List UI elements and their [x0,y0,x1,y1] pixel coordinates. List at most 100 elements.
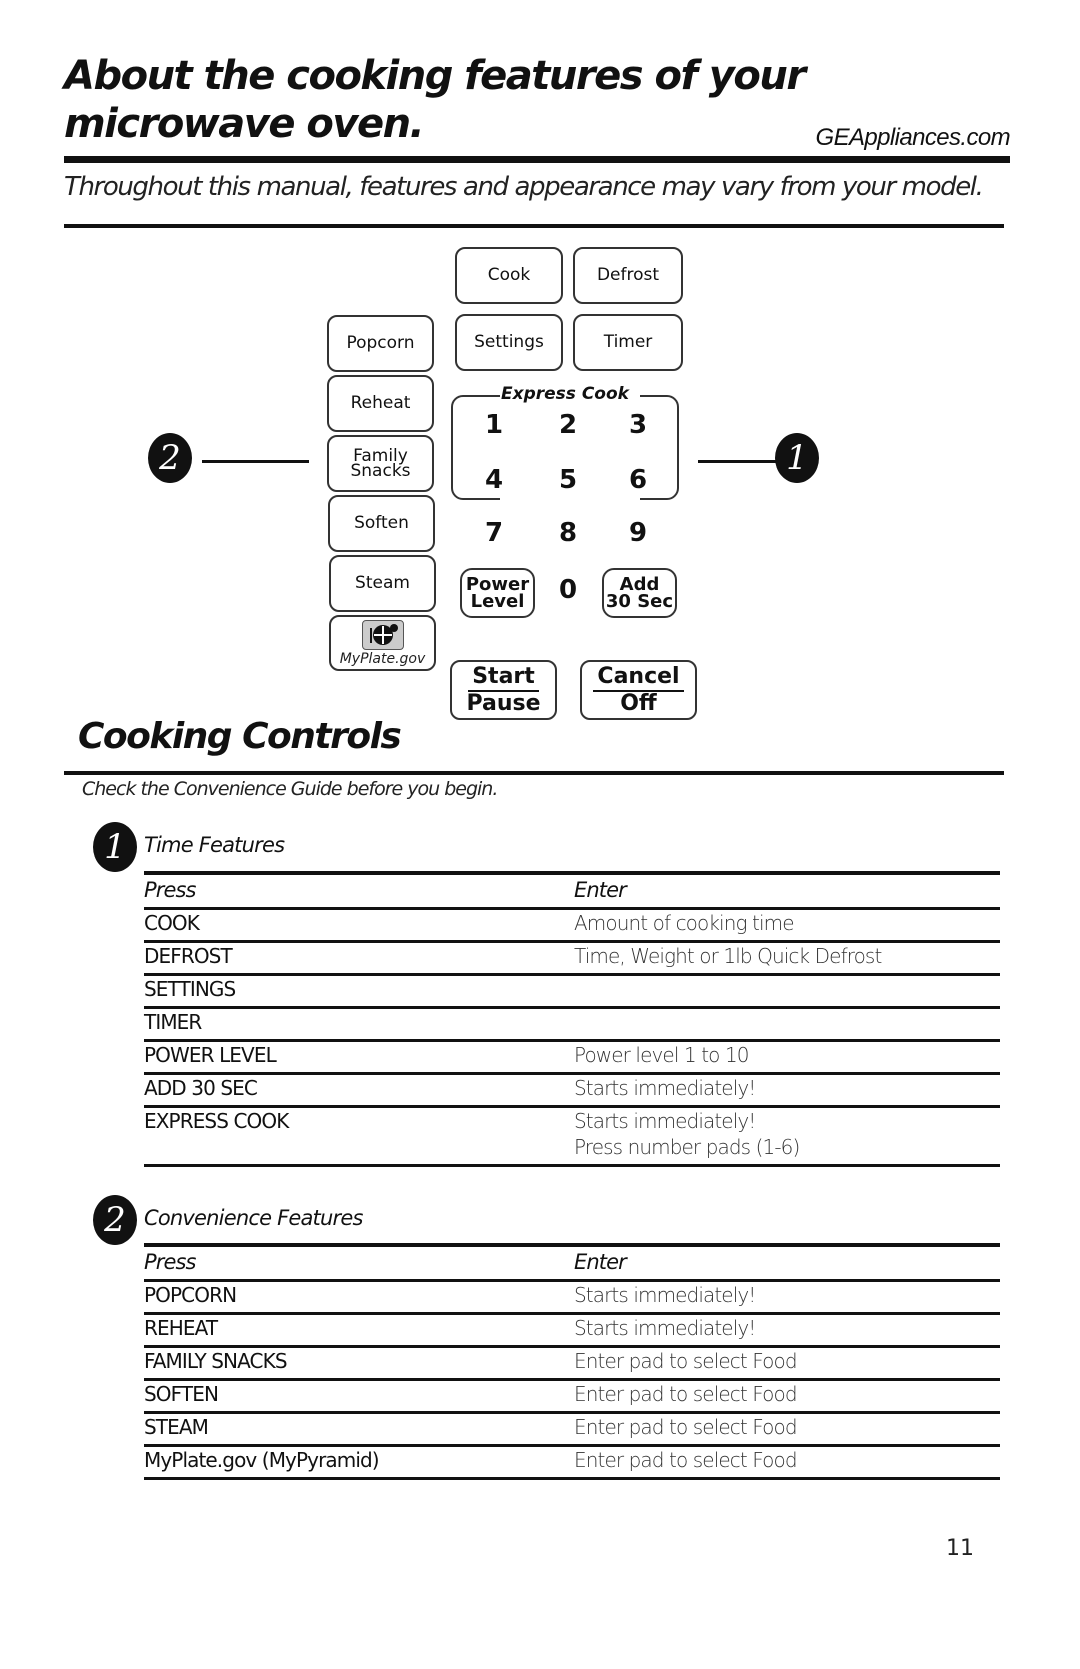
steam-key[interactable]: Steam [329,555,436,612]
table-row: COOK Amount of cooking time [144,908,1000,943]
press-cell: MyPlate.gov (MyPyramid) [144,1445,574,1480]
cook-key[interactable]: Cook [455,247,563,304]
col-press: Press [144,1249,574,1282]
settings-key[interactable]: Settings [455,314,563,371]
time-features-table: Press Enter COOK Amount of cooking time D… [144,877,1000,1167]
time-features-badge: 1 [93,822,137,872]
enter-line1: Starts immediately! [574,1109,756,1133]
off-label: Off [620,690,657,716]
convenience-features-title: Convenience Features [144,1206,363,1230]
enter-cell: Starts immediately! [574,1280,1000,1315]
table-header-row: Press Enter [144,1249,1000,1282]
press-cell: POWER LEVEL [144,1040,574,1075]
col-enter: Enter [574,877,1000,910]
callout-1-line [698,460,778,463]
enter-cell: Enter pad to select Food [574,1445,1000,1480]
press-cell: COOK [144,908,574,943]
table-row: POPCORN Starts immediately! [144,1280,1000,1315]
table-row: FAMILY SNACKS Enter pad to select Food [144,1346,1000,1381]
enter-cell: Enter pad to select Food [574,1346,1000,1381]
myplate-label: MyPlate.gov [339,650,426,667]
callout-2-badge: 2 [148,433,192,483]
website-link[interactable]: GEAppliances.com [816,124,1011,152]
table-row: SOFTEN Enter pad to select Food [144,1379,1000,1414]
press-cell: TIMER [144,1007,574,1042]
enter-cell: Enter pad to select Food [574,1379,1000,1414]
digit-3-key[interactable]: 3 [618,410,658,440]
start-label: Start [468,664,539,692]
press-cell: SETTINGS [144,974,574,1009]
digit-6-key[interactable]: 6 [618,465,658,495]
page-title-line1: About the cooking features of your [64,53,806,99]
digit-2-key[interactable]: 2 [548,410,588,440]
enter-cell [574,1007,1000,1042]
convenience-guide-note: Check the Convenience Guide before you b… [82,778,498,800]
col-press: Press [144,877,574,910]
enter-cell: Enter pad to select Food [574,1412,1000,1447]
convenience-features-rule [144,1243,1000,1247]
press-cell: SOFTEN [144,1379,574,1414]
pause-label: Pause [466,690,541,716]
convenience-features-table: Press Enter POPCORN Starts immediately! R… [144,1249,1000,1480]
bracket-gap-bottom [500,497,640,505]
press-cell: REHEAT [144,1313,574,1348]
power-level-line2: Level [470,591,525,612]
digit-1-key[interactable]: 1 [474,410,514,440]
start-pause-key[interactable]: Start Pause [450,660,557,720]
header-rule [64,156,1010,163]
convenience-features-badge: 2 [93,1195,137,1245]
myplate-plate-icon [361,619,404,650]
table-row: DEFROST Time, Weight or 1lb Quick Defrost [144,941,1000,976]
callout-2-line [202,460,309,463]
section-heading: Cooking Controls [78,716,402,757]
popcorn-key[interactable]: Popcorn [327,315,434,372]
press-cell: EXPRESS COOK [144,1106,574,1167]
press-cell: DEFROST [144,941,574,976]
cancel-off-key[interactable]: Cancel Off [580,660,697,720]
digit-8-key[interactable]: 8 [548,518,588,548]
enter-cell: Starts immediately! [574,1313,1000,1348]
table-row: REHEAT Starts immediately! [144,1313,1000,1348]
press-cell: ADD 30 SEC [144,1073,574,1108]
add-30-sec-key[interactable]: Add 30 Sec [602,568,677,618]
enter-cell: Starts immediately! [574,1073,1000,1108]
enter-cell: Starts immediately! Press number pads (1-… [574,1106,1000,1167]
digit-9-key[interactable]: 9 [618,518,658,548]
page-title-line2: microwave oven. [64,101,425,147]
page-subtitle: Throughout this manual, features and app… [64,172,984,202]
enter-line2: Press number pads (1-6) [574,1135,800,1159]
table-row: TIMER [144,1007,1000,1042]
table-row: ADD 30 SEC Starts immediately! [144,1073,1000,1108]
family-snacks-key[interactable]: Family Snacks [327,435,434,492]
add-30-sec-line2: 30 Sec [605,591,674,612]
digit-4-key[interactable]: 4 [474,465,514,495]
table-row: EXPRESS COOK Starts immediately! Press num… [144,1106,1000,1167]
digit-7-key[interactable]: 7 [474,518,514,548]
digit-0-key[interactable]: 0 [548,575,588,605]
press-cell: POPCORN [144,1280,574,1315]
soften-key[interactable]: Soften [328,495,435,552]
page-number: 11 [946,1536,974,1561]
family-snacks-line2: Snacks [350,460,411,481]
power-level-key[interactable]: Power Level [460,568,535,618]
defrost-key[interactable]: Defrost [573,247,683,304]
table-row: STEAM Enter pad to select Food [144,1412,1000,1447]
timer-key[interactable]: Timer [573,314,683,371]
time-features-rule [144,871,1000,875]
section-rule [64,771,1004,775]
reheat-key[interactable]: Reheat [327,375,434,432]
table-row: POWER LEVEL Power level 1 to 10 [144,1040,1000,1075]
callout-1-badge: 1 [775,433,819,483]
press-cell: STEAM [144,1412,574,1447]
enter-cell [574,974,1000,1009]
enter-cell: Amount of cooking time [574,908,1000,943]
table-header-row: Press Enter [144,877,1000,910]
page-title: About the cooking features of your micro… [64,52,806,148]
time-features-title: Time Features [144,833,285,857]
express-cook-label: Express Cook [501,384,629,404]
enter-cell: Power level 1 to 10 [574,1040,1000,1075]
subtitle-rule [64,224,1004,228]
digit-5-key[interactable]: 5 [548,465,588,495]
myplate-key[interactable]: MyPlate.gov [329,615,436,671]
press-cell: FAMILY SNACKS [144,1346,574,1381]
